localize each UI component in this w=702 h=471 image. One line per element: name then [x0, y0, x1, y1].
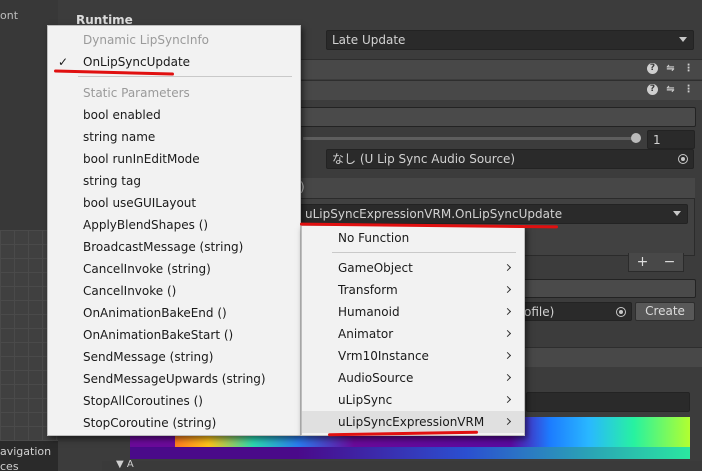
menu-item-label: uLipSync [338, 393, 393, 407]
chevron-right-icon [503, 329, 512, 338]
menu-item-stopallcoroutines[interactable]: StopAllCoroutines () [48, 390, 300, 412]
update-method-value: Late Update [332, 33, 406, 47]
menu-item-label: Humanoid [338, 305, 400, 319]
static-parameters-header: Static Parameters [83, 86, 190, 100]
lip-sync-event-title: ) [240, 178, 695, 199]
more-icon[interactable]: ⋮ [683, 84, 694, 95]
menu-item-sendmessageupwards[interactable]: SendMessageUpwards (string) [48, 368, 300, 390]
create-button[interactable]: Create [635, 302, 695, 321]
menu-item-bool-enabled[interactable]: bool enabled [48, 104, 300, 126]
menu-item-string-tag[interactable]: string tag [48, 170, 300, 192]
foldout-label: ▼ A [116, 459, 134, 470]
object-picker-icon[interactable] [616, 307, 626, 317]
menu-item-transform[interactable]: Transform [302, 279, 524, 301]
event-function-value: uLipSyncExpressionVRM.OnLipSyncUpdate [305, 207, 563, 221]
chevron-right-icon [503, 351, 512, 360]
chevron-down-icon [679, 37, 687, 42]
event-add-remove: + − [628, 253, 684, 272]
help-icon[interactable]: ? [647, 63, 658, 74]
menu-separator [78, 76, 292, 77]
navigation-label: avigation [0, 445, 52, 458]
menu-item-label: GameObject [338, 261, 413, 275]
audio-source-value: なし (U Lip Sync Audio Source) [332, 152, 516, 166]
menu-item-ulipsync[interactable]: uLipSync [302, 389, 524, 411]
chevron-right-icon [503, 417, 512, 426]
menu-item-cancelinvoke[interactable]: CancelInvoke () [48, 280, 300, 302]
slider-track[interactable] [303, 137, 635, 140]
scene-panel-cut-label: ont [0, 9, 19, 22]
menu-item-audiosource[interactable]: AudioSource [302, 367, 524, 389]
slider-value-field[interactable]: 1 [647, 130, 695, 149]
component-context-menu: No Function GameObject Transform Humanoi… [301, 225, 525, 436]
chevron-right-icon [503, 307, 512, 316]
preset-icon[interactable]: ⇋ [665, 84, 676, 95]
event-function-dropdown[interactable]: uLipSyncExpressionVRM.OnLipSyncUpdate [299, 204, 688, 224]
slider-value: 1 [653, 133, 661, 147]
menu-item-label: Vrm10Instance [338, 349, 429, 363]
menu-item-vrm10instance[interactable]: Vrm10Instance [302, 345, 524, 367]
slider-knob[interactable] [631, 133, 641, 143]
profile-sub-field[interactable] [526, 392, 690, 412]
function-context-menu: Dynamic LipSyncInfo ✓ OnLipSyncUpdate St… [47, 25, 301, 436]
scene-navigation-overlay[interactable]: avigation ces [0, 441, 58, 471]
chevron-right-icon [503, 373, 512, 382]
menu-item-gameobject[interactable]: GameObject [302, 257, 524, 279]
more-icon[interactable]: ⋮ [683, 63, 694, 74]
chevron-right-icon [503, 395, 512, 404]
menu-item-label: Transform [338, 283, 398, 297]
menu-item-string-name[interactable]: string name [48, 126, 300, 148]
navigation-sub-label: ces [0, 460, 19, 471]
menu-item-cancelinvoke-string[interactable]: CancelInvoke (string) [48, 258, 300, 280]
menu-item-onanimationbakeend[interactable]: OnAnimationBakeEnd () [48, 302, 300, 324]
chevron-down-icon [673, 211, 681, 216]
menu-item-stopcoroutine[interactable]: StopCoroutine (string) [48, 412, 300, 434]
menu-item-broadcastmessage[interactable]: BroadcastMessage (string) [48, 236, 300, 258]
preset-icon[interactable]: ⇋ [665, 63, 676, 74]
menu-item-applyblendshapes[interactable]: ApplyBlendShapes () [48, 214, 300, 236]
audio-source-field[interactable]: なし (U Lip Sync Audio Source) [326, 149, 694, 169]
script-field [298, 107, 696, 127]
menu-separator [332, 252, 516, 253]
add-listener-button[interactable]: + [637, 254, 649, 270]
menu-item-sendmessage[interactable]: SendMessage (string) [48, 346, 300, 368]
menu-item-onanimationbakestart[interactable]: OnAnimationBakeStart () [48, 324, 300, 346]
mfcc-texture-lower [130, 447, 690, 459]
menu-item-bool-useguilayout[interactable]: bool useGUILayout [48, 192, 300, 214]
remove-listener-button[interactable]: − [664, 254, 676, 270]
menu-item-animator[interactable]: Animator [302, 323, 524, 345]
menu-item-label: uLipSyncExpressionVRM [338, 415, 485, 429]
help-icon[interactable]: ? [647, 84, 658, 95]
profile-value: ofile) [524, 305, 555, 319]
menu-item-ulipsyncexpressionvrm[interactable]: uLipSyncExpressionVRM [302, 411, 524, 433]
menu-item-label: AudioSource [338, 371, 414, 385]
dynamic-lipsyncinfo-header: Dynamic LipSyncInfo [83, 33, 210, 47]
chevron-right-icon [503, 263, 512, 272]
menu-item-humanoid[interactable]: Humanoid [302, 301, 524, 323]
update-method-dropdown[interactable]: Late Update [326, 30, 694, 50]
menu-item-bool-runineditmode[interactable]: bool runInEditMode [48, 148, 300, 170]
chevron-right-icon [503, 285, 512, 294]
object-picker-icon[interactable] [678, 154, 688, 164]
menu-item-no-function[interactable]: No Function [302, 227, 524, 249]
foldout-header[interactable]: ▼ A [102, 459, 702, 471]
profile-field[interactable]: ofile) [518, 302, 632, 321]
menu-item-label: OnLipSyncUpdate [83, 55, 191, 69]
menu-item-label: Animator [338, 327, 394, 341]
